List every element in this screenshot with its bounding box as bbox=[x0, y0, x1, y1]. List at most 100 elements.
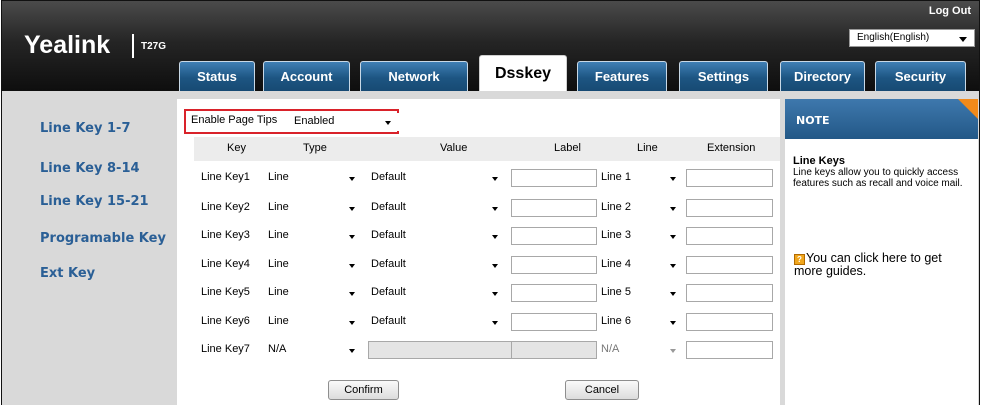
line-select[interactable]: Line 6 bbox=[598, 313, 684, 331]
page-tips-highlight: Enable Page Tips Enabled bbox=[184, 109, 399, 134]
header-line: Line bbox=[637, 142, 658, 154]
confirm-button[interactable]: Confirm bbox=[328, 380, 399, 400]
tab-dsskey[interactable]: Dsskey bbox=[479, 55, 567, 92]
sidebar-item-ext-key[interactable]: Ext Key bbox=[40, 266, 95, 281]
value-select[interactable]: Default bbox=[368, 256, 506, 274]
label-input[interactable] bbox=[511, 199, 597, 217]
label-input[interactable] bbox=[511, 227, 597, 245]
tab-settings[interactable]: Settings bbox=[679, 61, 768, 91]
line-value: Line 1 bbox=[601, 171, 631, 183]
label-input[interactable] bbox=[511, 284, 597, 302]
chevron-down-icon bbox=[492, 235, 498, 239]
chevron-down-icon bbox=[670, 207, 676, 211]
chevron-down-icon bbox=[492, 264, 498, 268]
language-select[interactable]: English(English) bbox=[849, 29, 975, 47]
chevron-down-icon bbox=[670, 177, 676, 181]
tab-status[interactable]: Status bbox=[179, 61, 255, 91]
chevron-down-icon bbox=[349, 235, 355, 239]
type-select[interactable]: Line bbox=[265, 313, 363, 331]
type-value: Line bbox=[268, 258, 289, 270]
chevron-down-icon bbox=[349, 264, 355, 268]
value-value: Default bbox=[371, 229, 406, 241]
value-select[interactable]: Default bbox=[368, 284, 506, 302]
chevron-down-icon bbox=[349, 177, 355, 181]
line-value: Line 5 bbox=[601, 286, 631, 298]
page-tips-label: Enable Page Tips bbox=[191, 114, 278, 126]
guide-text: You can click here to get more guides. bbox=[794, 251, 942, 278]
value-value: Default bbox=[371, 315, 406, 327]
chevron-down-icon bbox=[670, 235, 676, 239]
chevron-down-icon bbox=[670, 292, 676, 296]
type-select[interactable]: Line bbox=[265, 284, 363, 302]
row-key-label: Line Key3 bbox=[201, 229, 250, 241]
note-panel: NOTE Line Keys Line keys allow you to qu… bbox=[785, 99, 978, 405]
type-select[interactable]: Line bbox=[265, 256, 363, 274]
line-value: Line 2 bbox=[601, 201, 631, 213]
line-select[interactable]: Line 5 bbox=[598, 284, 684, 302]
tab-account[interactable]: Account bbox=[263, 61, 350, 91]
extension-input[interactable] bbox=[686, 284, 773, 302]
content-panel: Enable Page Tips Enabled Key Type Value … bbox=[177, 99, 780, 405]
extension-input[interactable] bbox=[686, 227, 773, 245]
row-key-label: Line Key6 bbox=[201, 315, 250, 327]
type-select[interactable]: Line bbox=[265, 227, 363, 245]
sidebar-item-line-key-1-7[interactable]: Line Key 1-7 bbox=[40, 121, 131, 136]
type-select[interactable]: Line bbox=[265, 199, 363, 217]
header-key: Key bbox=[227, 142, 246, 154]
sidebar-item-line-key-8-14[interactable]: Line Key 8-14 bbox=[40, 161, 140, 176]
line-select-disabled: N/A bbox=[598, 341, 684, 359]
header-type: Type bbox=[303, 142, 327, 154]
chevron-down-icon bbox=[492, 292, 498, 296]
type-select[interactable]: Line bbox=[265, 169, 363, 187]
page-tips-select[interactable]: Enabled bbox=[291, 113, 399, 131]
extension-input[interactable] bbox=[686, 256, 773, 274]
sidebar-item-line-key-15-21[interactable]: Line Key 15-21 bbox=[40, 194, 149, 209]
label-input[interactable] bbox=[511, 256, 597, 274]
chevron-down-icon bbox=[349, 207, 355, 211]
tab-network[interactable]: Network bbox=[360, 61, 468, 91]
label-input[interactable] bbox=[511, 169, 597, 187]
line-select[interactable]: Line 1 bbox=[598, 169, 684, 187]
note-corner-flag bbox=[958, 99, 978, 119]
chevron-down-icon bbox=[959, 37, 967, 42]
value-select[interactable]: Default bbox=[368, 199, 506, 217]
tab-security[interactable]: Security bbox=[875, 61, 966, 91]
main-area: Line Key 1-7 Line Key 8-14 Line Key 15-2… bbox=[1, 91, 980, 405]
chevron-down-icon bbox=[670, 264, 676, 268]
row-key-label: Line Key1 bbox=[201, 171, 250, 183]
line-value: Line 3 bbox=[601, 229, 631, 241]
logout-link[interactable]: Log Out bbox=[929, 5, 971, 17]
extension-input[interactable] bbox=[686, 199, 773, 217]
sidebar: Line Key 1-7 Line Key 8-14 Line Key 15-2… bbox=[16, 99, 176, 405]
chevron-down-icon bbox=[492, 321, 498, 325]
line-select[interactable]: Line 3 bbox=[598, 227, 684, 245]
line-value: Line 6 bbox=[601, 315, 631, 327]
row-key-label: Line Key2 bbox=[201, 201, 250, 213]
value-select[interactable]: Default bbox=[368, 313, 506, 331]
line-select[interactable]: Line 2 bbox=[598, 199, 684, 217]
value-value: Default bbox=[371, 201, 406, 213]
guide-link[interactable]: ? You can click here to get more guides. bbox=[794, 252, 972, 278]
type-value: Line bbox=[268, 171, 289, 183]
value-select[interactable]: Default bbox=[368, 169, 506, 187]
value-value: Default bbox=[371, 258, 406, 270]
value-select[interactable]: Default bbox=[368, 227, 506, 245]
chevron-down-icon bbox=[670, 349, 676, 353]
extension-input[interactable] bbox=[686, 341, 773, 359]
value-value: Default bbox=[371, 286, 406, 298]
tab-features[interactable]: Features bbox=[577, 61, 667, 91]
chevron-down-icon bbox=[670, 321, 676, 325]
line-select[interactable]: Line 4 bbox=[598, 256, 684, 274]
label-input[interactable] bbox=[511, 313, 597, 331]
note-description: Line keys allow you to quickly access fe… bbox=[793, 167, 963, 189]
chevron-down-icon bbox=[385, 121, 391, 125]
sidebar-item-programable-key[interactable]: Programable Key bbox=[40, 231, 166, 246]
type-select[interactable]: N/A bbox=[265, 341, 363, 359]
value-value: Default bbox=[371, 171, 406, 183]
extension-input[interactable] bbox=[686, 169, 773, 187]
brand-logo: Yealink bbox=[24, 31, 111, 59]
extension-input[interactable] bbox=[686, 313, 773, 331]
type-value: Line bbox=[268, 315, 289, 327]
cancel-button[interactable]: Cancel bbox=[565, 380, 639, 400]
tab-directory[interactable]: Directory bbox=[780, 61, 865, 91]
